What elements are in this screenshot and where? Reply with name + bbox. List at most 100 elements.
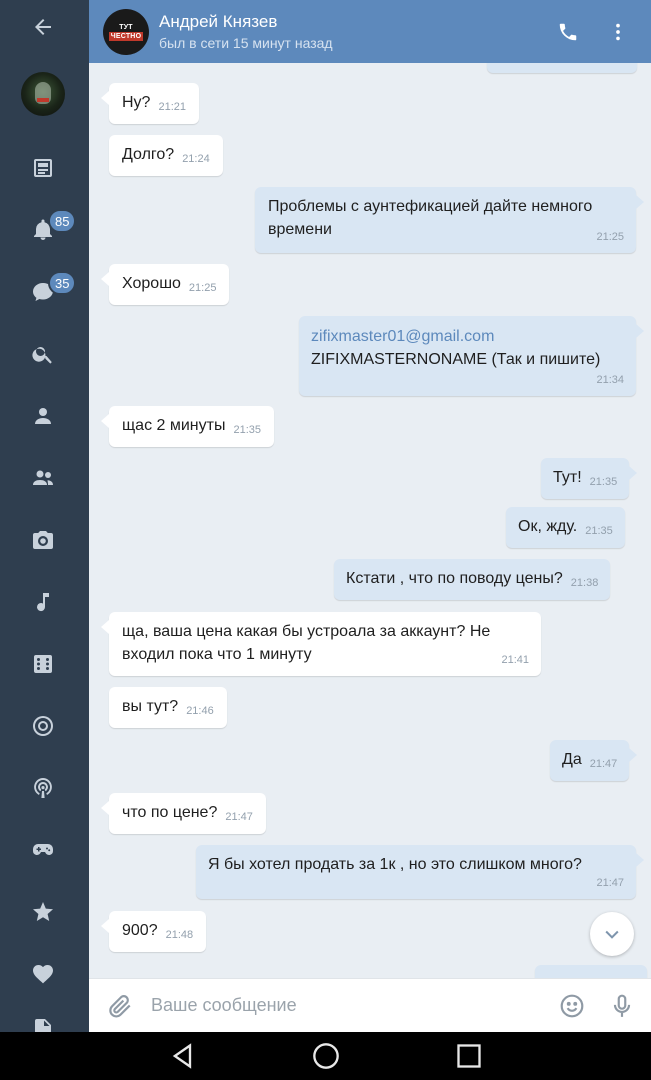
message-text: 900? [122, 922, 158, 939]
avatar-logo-bottom: ЧЕСТНО [108, 31, 144, 41]
message-text: Проблемы с аунтефикацией дайте немного в… [268, 198, 593, 238]
message-bubble[interactable]: 900? 21:48 [100, 911, 207, 952]
message-bubble[interactable]: Тут! 21:35 [541, 458, 638, 499]
message-time: 21:25 [596, 231, 624, 243]
profile-avatar[interactable] [21, 72, 65, 116]
back-arrow-icon [35, 19, 51, 35]
sidebar-item-music[interactable] [22, 581, 64, 623]
sidebar-item-likes[interactable] [22, 953, 64, 995]
message-list[interactable]: Ну? 21:21 Долго? 21:24 Проблемы с аунтефик… [89, 63, 651, 978]
message-time: 21:47 [596, 877, 624, 889]
target-icon [33, 716, 53, 736]
message-time: 21:34 [596, 374, 624, 386]
message-composer [89, 978, 651, 1032]
nav-recents-icon[interactable] [455, 1042, 483, 1070]
person-icon [35, 408, 51, 424]
friends-icon [33, 470, 53, 485]
message-bubble[interactable]: Хорошо 21:25 [100, 264, 230, 305]
sidebar-item-live[interactable] [22, 705, 64, 747]
more-menu-icon[interactable] [607, 21, 629, 43]
messages-badge: 35 [48, 271, 77, 295]
message-bubble[interactable]: ща, ваша цена какая бы устроала за аккау… [101, 612, 541, 676]
chat-header: ТУТ ЧЕСТНО Андрей Князев был в сети 15 м… [89, 0, 651, 63]
message-text: Тут! [553, 469, 582, 486]
message-time: 21:47 [589, 758, 618, 770]
message-bubble[interactable]: Ок, жду. 21:35 [506, 507, 625, 548]
contact-status: был в сети 15 минут назад [159, 34, 333, 51]
message-bubble[interactable]: Долго? 21:24 [109, 135, 223, 176]
sidebar-item-friends[interactable] [22, 457, 64, 499]
message-time: 21:25 [188, 282, 217, 294]
sidebar-item-bookmarks[interactable] [22, 891, 64, 933]
message-text: Ок, жду. [518, 518, 578, 535]
message-text: Да [562, 751, 582, 768]
podcast-icon [34, 778, 52, 798]
sidebar-item-profile[interactable] [22, 395, 64, 437]
message-text: Долго? [122, 146, 175, 163]
sidebar-item-search[interactable] [22, 333, 64, 375]
message-time: 21:41 [501, 654, 529, 666]
sidebar-item-games[interactable] [22, 643, 64, 685]
message-bubble[interactable]: вы тут? 21:46 [109, 687, 227, 728]
message-time: 21:24 [182, 153, 210, 165]
microphone-icon[interactable] [609, 993, 635, 1019]
gamepad-icon [33, 844, 53, 855]
sidebar-item-photos[interactable] [22, 519, 64, 561]
message-email-link[interactable]: zifixmaster01@gmail.com [311, 325, 624, 348]
message-text: Хорошо [122, 275, 181, 292]
nav-back-icon[interactable] [169, 1042, 197, 1070]
message-bubble-partial[interactable] [487, 63, 637, 73]
camera-icon [33, 531, 53, 549]
emoji-icon[interactable] [559, 993, 585, 1019]
news-icon [34, 159, 52, 177]
sidebar-item-podcasts[interactable] [22, 767, 64, 809]
search-icon [32, 347, 52, 364]
message-text: вы тут? [122, 698, 179, 715]
message-text: Я бы хотел продать за 1к , но это слишко… [208, 856, 582, 873]
message-time: 21:35 [585, 525, 613, 537]
games-grid-icon [34, 655, 52, 673]
message-bubble[interactable]: Кстати , что по поводу цены? 21:38 [334, 559, 611, 600]
message-bubble[interactable]: Да 21:47 [550, 740, 638, 781]
message-bubble[interactable]: Проблемы с аунтефикацией дайте немного в… [255, 187, 644, 253]
message-bubble[interactable]: Ну? 21:21 [101, 83, 199, 124]
message-bubble[interactable]: что по цене? 21:47 [101, 793, 266, 834]
message-text: ща, ваша цена какая бы устроала за аккау… [122, 623, 491, 663]
sidebar-item-messages[interactable]: 35 [22, 271, 77, 313]
contact-avatar[interactable]: ТУТ ЧЕСТНО [103, 8, 149, 55]
document-icon [35, 1019, 51, 1032]
phone-icon[interactable] [557, 21, 579, 43]
scroll-to-bottom-button[interactable] [590, 912, 634, 956]
message-bubble[interactable]: Я бы хотел продать за 1к , но это слишко… [196, 845, 644, 899]
chevron-down-icon [605, 930, 619, 939]
message-time: 21:38 [570, 577, 599, 589]
message-time: 21:48 [165, 929, 194, 941]
message-text: щас 2 минуты [122, 417, 226, 434]
sidebar-item-documents[interactable] [22, 1008, 64, 1032]
message-time: 21:47 [225, 811, 253, 823]
message-input[interactable] [151, 995, 559, 1016]
nav-home-icon[interactable] [312, 1042, 340, 1070]
heart-icon [33, 965, 53, 984]
message-text: Кстати , что по поводу цены? [346, 570, 563, 587]
star-icon [33, 902, 53, 921]
message-time: 21:46 [186, 705, 214, 717]
message-bubble[interactable]: щас 2 минуты 21:35 [101, 406, 274, 447]
message-time: 21:21 [158, 101, 186, 113]
message-bubble-partial[interactable] [535, 965, 647, 978]
sidebar-item-news[interactable] [22, 147, 64, 189]
message-text: что по цене? [122, 804, 218, 821]
avatar-logo-top: ТУТ [119, 23, 133, 31]
sidebar-item-apps[interactable] [22, 829, 64, 871]
message-text: ZIFIXMASTERNONAME (Так и пишите) [311, 351, 601, 368]
message-bubble[interactable]: zifixmaster01@gmail.com ZIFIXMASTERNONAM… [299, 316, 644, 396]
notifications-badge: 85 [48, 209, 77, 233]
message-text: Ну? [122, 94, 151, 111]
back-button[interactable] [22, 6, 64, 48]
system-navigation-bar [0, 1032, 651, 1080]
contact-info[interactable]: Андрей Князев был в сети 15 минут назад [159, 12, 557, 52]
paperclip-icon[interactable] [107, 993, 133, 1019]
contact-name: Андрей Князев [159, 11, 278, 31]
sidebar-item-notifications[interactable]: 85 [22, 209, 77, 251]
message-time: 21:35 [233, 424, 261, 436]
